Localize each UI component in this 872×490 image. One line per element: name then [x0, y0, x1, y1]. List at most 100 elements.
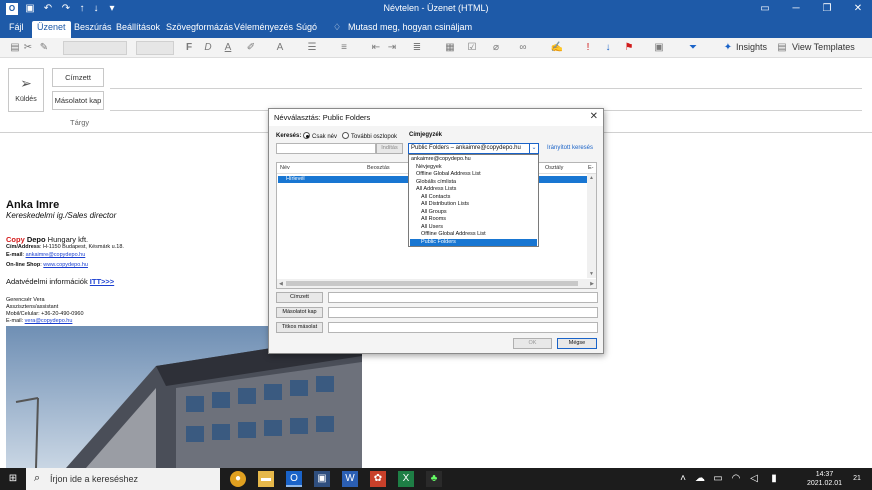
- bcc-button[interactable]: Titkos másolat: [276, 322, 323, 333]
- chevron-down-icon[interactable]: ⌄: [529, 144, 538, 153]
- cancel-button[interactable]: Mégse: [557, 338, 597, 349]
- go-button[interactable]: Indítás: [376, 143, 403, 154]
- dropdown-option[interactable]: All Contacts: [410, 194, 537, 202]
- radio-more-columns[interactable]: További oszlopok: [342, 132, 397, 140]
- send-button[interactable]: ➢ Küldés: [8, 68, 44, 112]
- shop-link[interactable]: www.copydepo.hu: [43, 262, 88, 268]
- cc-button[interactable]: Másolatot kap: [52, 91, 104, 110]
- scroll-right-icon[interactable]: ▶: [590, 281, 594, 287]
- address-book-select[interactable]: Public Folders – ankaimre@copydepo.hu ⌄: [408, 143, 539, 154]
- dropdown-option[interactable]: All Distribution Lists: [410, 201, 537, 209]
- windows-start-icon[interactable]: ⊞: [5, 471, 21, 487]
- view-templates-button[interactable]: View Templates: [792, 42, 855, 52]
- font-size-combo[interactable]: [136, 41, 174, 55]
- tab-help[interactable]: Súgó: [296, 22, 317, 32]
- dropdown-option[interactable]: Globális címlista: [410, 179, 537, 187]
- cut-icon[interactable]: ✂: [22, 41, 34, 55]
- maximize-button[interactable]: ❐: [812, 2, 842, 16]
- dropdown-option[interactable]: All Groups: [410, 209, 537, 217]
- flag-icon[interactable]: ⚑: [622, 41, 636, 55]
- onedrive-icon[interactable]: ☁: [694, 471, 706, 487]
- attach-file-icon[interactable]: ⌀: [490, 41, 502, 55]
- paste-icon[interactable]: ▤: [8, 41, 22, 55]
- cc-button[interactable]: Másolatot kap: [276, 307, 323, 318]
- dictate-icon[interactable]: ⏷: [686, 41, 700, 55]
- chrome-icon[interactable]: ●: [230, 471, 246, 487]
- tab-review[interactable]: Véleményezés: [234, 22, 293, 32]
- underline-icon[interactable]: A: [222, 41, 234, 55]
- outlook-taskbar-icon[interactable]: O: [286, 471, 302, 487]
- tab-message[interactable]: Üzenet: [32, 21, 71, 38]
- radio-button[interactable]: [303, 132, 310, 139]
- col-email[interactable]: E-m: [588, 163, 596, 181]
- view-templates-icon[interactable]: ▤: [776, 41, 788, 55]
- horizontal-scrollbar[interactable]: ◀ ▶: [277, 279, 596, 288]
- bold-icon[interactable]: F: [183, 41, 195, 55]
- privacy-link[interactable]: ITT>>>: [90, 277, 114, 286]
- high-importance-icon[interactable]: !: [584, 41, 592, 55]
- word-icon[interactable]: W: [342, 471, 358, 487]
- bullets-icon[interactable]: ☰: [305, 41, 319, 55]
- ribbon-display-icon[interactable]: ▭: [750, 2, 780, 16]
- increase-indent-icon[interactable]: ⇥: [386, 41, 398, 55]
- tab-insert[interactable]: Beszúrás: [74, 22, 112, 32]
- tags-icon[interactable]: ▣: [652, 41, 666, 55]
- advanced-find-link[interactable]: Irányított keresés: [547, 145, 593, 151]
- decrease-indent-icon[interactable]: ⇤: [370, 41, 382, 55]
- assistant-email-link[interactable]: vera@copydepo.hu: [25, 318, 73, 324]
- tab-file[interactable]: Fájl: [9, 22, 24, 32]
- scroll-left-icon[interactable]: ◀: [279, 281, 283, 287]
- language-icon[interactable]: ▮: [768, 471, 780, 487]
- app-icon[interactable]: ✿: [370, 471, 386, 487]
- file-explorer-icon[interactable]: ▬: [258, 471, 274, 487]
- tab-options[interactable]: Beállítások: [116, 22, 160, 32]
- search-input[interactable]: [276, 143, 376, 154]
- dropdown-option[interactable]: All Address Lists: [410, 186, 537, 194]
- insights-icon[interactable]: ✦: [722, 41, 734, 55]
- scroll-down-icon[interactable]: ▼: [589, 271, 594, 277]
- check-names-icon[interactable]: ☑: [466, 41, 478, 55]
- address-book-dropdown[interactable]: ankaimre@copydepo.hu Névjegyek Offline G…: [408, 154, 539, 247]
- col-title[interactable]: Beosztás: [367, 163, 390, 173]
- insights-button[interactable]: Insights: [736, 42, 767, 52]
- dropdown-option[interactable]: ankaimre@copydepo.hu: [410, 156, 537, 164]
- cc-input[interactable]: [328, 307, 598, 318]
- taskbar-search[interactable]: ⌕ Írjon ide a kereséshez: [26, 468, 220, 490]
- dropdown-option[interactable]: All Rooms: [410, 216, 537, 224]
- to-button[interactable]: Címzett: [276, 292, 323, 303]
- email-link[interactable]: ankaimre@copydepo.hu: [26, 252, 86, 258]
- teams-icon[interactable]: ▣: [314, 471, 330, 487]
- tray-chevron-icon[interactable]: ˄: [678, 471, 688, 487]
- to-button[interactable]: Címzett: [52, 68, 104, 87]
- link-icon[interactable]: ∞: [516, 41, 530, 55]
- numbering-icon[interactable]: ≡: [337, 41, 351, 55]
- dropdown-option[interactable]: All Users: [410, 224, 537, 232]
- vertical-scrollbar[interactable]: ▲ ▼: [587, 174, 596, 278]
- tab-format[interactable]: Szövegformázás: [166, 22, 233, 32]
- excel-icon[interactable]: X: [398, 471, 414, 487]
- font-name-combo[interactable]: [63, 41, 127, 55]
- italic-icon[interactable]: D: [202, 41, 214, 55]
- dialog-close-icon[interactable]: ✕: [590, 111, 598, 122]
- low-importance-icon[interactable]: ↓: [602, 41, 614, 55]
- volume-icon[interactable]: ◁: [748, 471, 760, 487]
- highlight-icon[interactable]: ✐: [244, 41, 258, 55]
- dropdown-option[interactable]: Offline Global Address List: [410, 231, 537, 239]
- dropdown-option-selected[interactable]: Public Folders: [410, 238, 537, 246]
- bcc-input[interactable]: [328, 322, 598, 333]
- notifications-badge[interactable]: 21: [850, 471, 864, 487]
- minimize-button[interactable]: ─: [781, 2, 811, 16]
- to-input[interactable]: [328, 292, 598, 303]
- signature-icon[interactable]: ✍: [550, 41, 564, 55]
- clock[interactable]: 14:37 2021.02.01: [807, 470, 842, 488]
- wifi-icon[interactable]: ◠: [730, 471, 742, 487]
- tell-me-field[interactable]: Mutasd meg, hogyan csináljam: [348, 22, 472, 32]
- radio-button[interactable]: [342, 132, 349, 139]
- format-painter-icon[interactable]: ✎: [38, 41, 50, 55]
- radio-name-only[interactable]: Csak név: [303, 132, 337, 140]
- address-book-icon[interactable]: ▦: [444, 41, 456, 55]
- font-color-icon[interactable]: A: [273, 41, 287, 55]
- col-department[interactable]: Osztály: [545, 163, 563, 173]
- col-name[interactable]: Név: [280, 163, 290, 173]
- ok-button[interactable]: OK: [513, 338, 552, 349]
